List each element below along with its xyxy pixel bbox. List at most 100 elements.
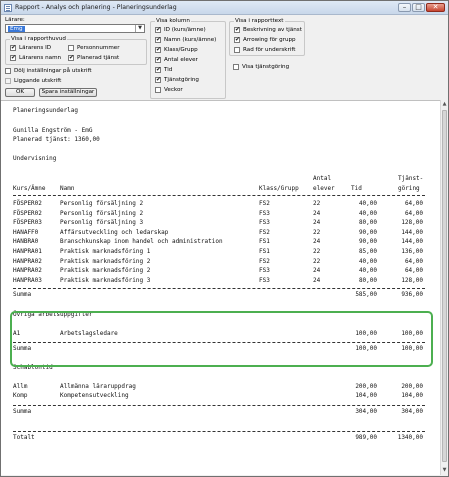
checkbox-box[interactable]	[10, 54, 16, 61]
checkbox-group-arrowing[interactable]: Arrowing för grupp	[234, 36, 296, 43]
save-settings-button[interactable]: Spara inställningar	[39, 88, 97, 97]
checkbox-box[interactable]	[234, 26, 240, 33]
row-service: 64,00	[404, 267, 423, 275]
checkbox-box[interactable]	[155, 66, 161, 73]
row-students: 24	[313, 276, 321, 284]
checkbox-label: Lärarens namn	[19, 55, 62, 61]
sum-service: 304,00	[401, 408, 423, 415]
group-show-columns: Visa kolumn ID (kurs/ämne) Namn (kurs/äm…	[150, 18, 226, 99]
row-time: 40,00	[358, 257, 377, 265]
row-time: 40,00	[358, 209, 377, 217]
row-name: Personlig försäljning 3	[60, 219, 144, 227]
col-header-name: Namn	[60, 185, 75, 192]
vertical-scrollbar[interactable]: ▲ ▼	[440, 100, 448, 475]
checkbox-box[interactable]	[234, 47, 240, 53]
row-course: HANBRA0	[13, 238, 39, 246]
row-course: HANPRA01	[13, 248, 42, 255]
checkbox-box[interactable]	[5, 68, 11, 74]
checkbox-col-service[interactable]: Tjänstgöring	[155, 76, 199, 83]
checkbox-box[interactable]	[68, 45, 74, 51]
row-name: Praktisk marknadsföring 2	[60, 267, 151, 275]
window-title: Rapport - Analys och planering - Planeri…	[15, 4, 177, 11]
checkbox-box[interactable]	[155, 26, 161, 33]
checkbox-label: Klass/Grupp	[164, 47, 198, 53]
report-preview: Planeringsunderlag Gunilla Engström - Em…	[1, 100, 440, 475]
sum-time: 304,00	[355, 408, 377, 415]
checkbox-box[interactable]	[155, 76, 161, 83]
teacher-select[interactable]: Emg ▼	[5, 24, 145, 33]
schablon-row-id: Komp	[13, 392, 28, 399]
checkbox-label: ID (kurs/ämne)	[164, 27, 206, 33]
checkbox-box[interactable]	[233, 64, 239, 70]
checkbox-label: Beskrivning av tjänst	[243, 27, 302, 33]
checkbox-box[interactable]	[68, 54, 74, 61]
teacher-select-value: Emg	[8, 26, 25, 32]
row-course: HANPRA02	[13, 257, 42, 265]
checkbox-teacher-name[interactable]: Lärarens namn	[10, 54, 62, 61]
checkbox-box[interactable]	[155, 87, 161, 93]
checkbox-box[interactable]	[155, 56, 161, 63]
row-time: 40,00	[358, 200, 377, 207]
group-report-text: Visa i rapporttext Beskrivning av tjänst…	[229, 18, 305, 56]
row-service: 144,00	[401, 238, 423, 246]
checkbox-signature-row[interactable]: Rad för underskrift	[234, 47, 295, 53]
ok-button[interactable]: OK	[5, 88, 35, 97]
row-class: FS3	[259, 219, 270, 227]
checkbox-col-weeks[interactable]: Veckor	[155, 87, 183, 93]
row-name: Personlig försäljning 2	[60, 209, 144, 217]
checkbox-label: Lärarens ID	[19, 45, 52, 51]
row-course: HANPRA02	[13, 267, 42, 275]
schablon-row-service: 200,00	[401, 383, 423, 390]
checkbox-box[interactable]	[155, 36, 161, 43]
report-planned: Planerad tjänst: 1360,00	[13, 136, 100, 143]
schablon-row-id: Allm	[13, 383, 28, 390]
divider	[13, 431, 425, 432]
checkbox-col-time[interactable]: Tid	[155, 66, 172, 73]
row-class: FS2	[259, 200, 270, 207]
row-service: 64,00	[404, 200, 423, 207]
checkbox-label: Rad för underskrift	[243, 47, 296, 53]
sum-time: 585,00	[355, 291, 377, 298]
close-button[interactable]: ✕	[426, 3, 445, 12]
divider	[13, 405, 425, 406]
checkbox-col-name[interactable]: Namn (kurs/ämne)	[155, 36, 217, 43]
checkbox-teacher-id[interactable]: Lärarens ID	[10, 44, 52, 51]
checkbox-box[interactable]	[155, 46, 161, 53]
checkbox-planned-service[interactable]: Planerad tjänst	[68, 54, 119, 61]
row-name: Personlig försäljning 2	[60, 200, 144, 207]
row-time: 80,00	[358, 276, 377, 284]
row-class: FS3	[259, 276, 270, 284]
report-heading: Planeringsunderlag	[13, 107, 79, 114]
row-name: Praktisk marknadsföring 2	[60, 257, 151, 265]
scroll-thumb[interactable]	[442, 110, 447, 462]
checkbox-show-service[interactable]: Visa tjänstgöring	[233, 64, 289, 70]
checkbox-landscape[interactable]: Liggande utskrift	[5, 78, 61, 84]
row-class: FS3	[259, 209, 270, 217]
row-course: HANPRA03	[13, 276, 42, 284]
maximize-button[interactable]: □	[412, 3, 425, 12]
row-service: 144,00	[401, 228, 423, 236]
minimize-button[interactable]: –	[398, 3, 411, 12]
checkbox-hide-settings[interactable]: Dölj inställningar på utskrift	[5, 68, 92, 74]
highlight-other-tasks	[10, 311, 433, 367]
sum-service: 936,00	[401, 291, 423, 298]
checkbox-col-id[interactable]: ID (kurs/ämne)	[155, 26, 206, 33]
checkbox-box[interactable]	[5, 78, 11, 84]
checkbox-service-description[interactable]: Beskrivning av tjänst	[234, 26, 302, 33]
row-service: 64,00	[404, 209, 423, 217]
chevron-down-icon[interactable]: ▼	[135, 25, 144, 32]
scroll-up-icon[interactable]: ▲	[441, 100, 448, 108]
checkbox-box[interactable]	[10, 44, 16, 51]
checkbox-box[interactable]	[234, 36, 240, 43]
checkbox-personnummer[interactable]: Personnummer	[68, 45, 120, 51]
row-students: 22	[313, 257, 321, 265]
row-students: 22	[313, 248, 321, 255]
checkbox-label: Namn (kurs/ämne)	[164, 37, 217, 43]
scroll-down-icon[interactable]: ▼	[441, 466, 448, 474]
row-course: HANAFF0	[13, 228, 39, 236]
checkbox-col-students[interactable]: Antal elever	[155, 56, 198, 63]
title-bar: Rapport - Analys och planering - Planeri…	[1, 1, 448, 15]
checkbox-col-class[interactable]: Klass/Grupp	[155, 46, 198, 53]
row-name: Branschkunskap inom handel och administr…	[60, 238, 223, 246]
row-time: 40,00	[358, 267, 377, 275]
